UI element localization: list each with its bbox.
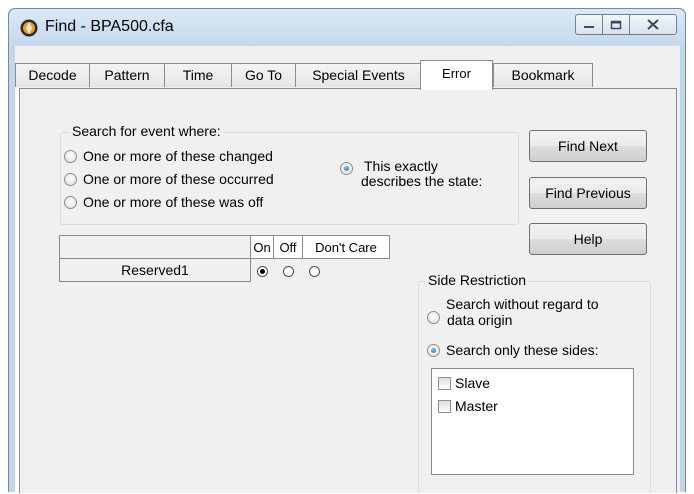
radio-search-any-side-label: Search without regard to data origin [446,296,599,328]
list-item[interactable]: Slave [438,375,490,391]
tab-go-to[interactable]: Go To [231,63,296,87]
radio-search-any-side[interactable] [427,311,440,324]
slave-label: Slave [455,375,491,391]
find-window: Find - BPA500.cfa Decode Pattern Time Go… [8,8,686,494]
maximize-icon [610,20,622,29]
state-table-header-row: On Off Don't Care [59,235,390,259]
radio-was-off-circle[interactable] [64,195,77,209]
radio-changed[interactable]: One or more of these changed [64,148,273,164]
maximize-button[interactable] [603,14,630,35]
find-next-button[interactable]: Find Next [529,130,647,162]
master-checkbox[interactable] [438,399,451,413]
dialog-client-area: Decode Pattern Time Go To Special Events… [15,46,680,494]
state-table: On Off Don't Care Reserved1 [59,235,390,282]
side-restriction-legend: Side Restriction [426,272,529,288]
minimize-icon [584,25,594,28]
header-dont-care: Don't Care [302,235,390,259]
app-icon [20,19,38,37]
radio-off-reserved1[interactable] [282,265,294,277]
master-label: Master [455,398,498,414]
radio-exact-state-label: This exactly describes the state: [361,158,483,189]
header-off: Off [273,235,303,259]
close-icon [647,19,659,30]
row-label-reserved1: Reserved1 [59,258,251,282]
radio-changed-label: One or more of these changed [83,148,273,164]
tab-time[interactable]: Time [164,63,232,87]
header-on: On [250,235,274,259]
list-item[interactable]: Master [438,398,498,414]
tab-special-events[interactable]: Special Events [295,63,422,87]
header-blank [59,235,251,259]
radio-was-off[interactable]: One or more of these was off [64,194,263,210]
tab-decode[interactable]: Decode [15,63,90,87]
radio-search-any-side-circle[interactable] [427,311,440,324]
help-button[interactable]: Help [529,223,647,255]
radio-occurred[interactable]: One or more of these occurred [64,171,274,187]
radio-search-only-sides[interactable]: Search only these sides: [427,342,599,358]
tab-panel-background: Search for event where: One or more of t… [15,88,677,494]
radio-search-only-sides-label: Search only these sides: [446,342,599,358]
sides-listbox[interactable]: Slave Master [431,368,634,475]
cell-dont-care[interactable] [303,259,390,282]
error-tab-page: Search for event where: One or more of t… [19,88,677,494]
radio-on-reserved1[interactable] [256,265,268,277]
slave-checkbox[interactable] [438,376,451,390]
minimize-button[interactable] [575,14,603,35]
window-title: Find - BPA500.cfa [45,18,174,35]
radio-exact-state-circle[interactable] [340,162,353,175]
radio-search-only-sides-circle[interactable] [427,343,440,357]
radio-occurred-label: One or more of these occurred [83,171,274,187]
radio-occurred-circle[interactable] [64,172,77,186]
find-previous-button[interactable]: Find Previous [529,177,647,209]
title-bar[interactable]: Find - BPA500.cfa [9,9,685,47]
radio-exact-state[interactable] [340,162,353,175]
cell-on[interactable] [251,259,274,282]
close-button[interactable] [630,14,677,35]
radio-changed-circle[interactable] [64,149,77,163]
radio-was-off-label: One or more of these was off [83,194,264,210]
caption-buttons [575,14,677,36]
radio-dont-care-reserved1[interactable] [308,265,320,277]
table-row: Reserved1 [59,258,390,282]
search-criteria-legend: Search for event where: [70,123,223,139]
cell-off[interactable] [274,259,303,282]
tab-bookmark[interactable]: Bookmark [493,63,593,87]
tab-error[interactable]: Error [420,60,493,90]
tab-pattern[interactable]: Pattern [89,63,165,87]
